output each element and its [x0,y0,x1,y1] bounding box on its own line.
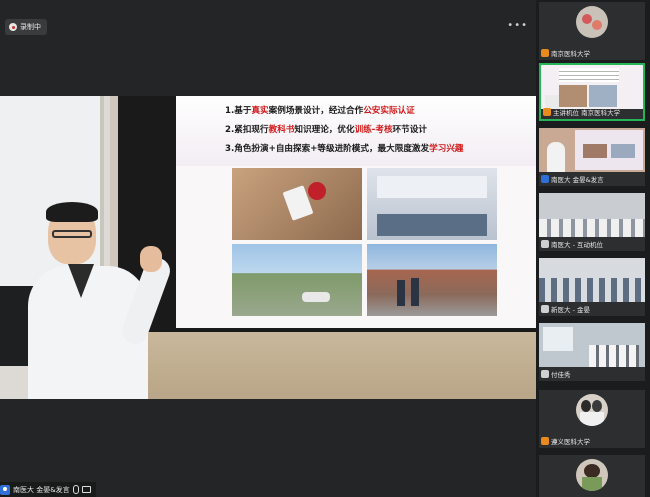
participant-tile[interactable]: 新医大 - 金晏 [539,258,645,316]
avatar [576,394,608,426]
participant-label: 主讲机位 南京医科大学 [541,107,620,117]
user-icon [541,370,549,378]
main-speaker-label: 南医大 金晏&发言 [0,482,96,497]
speaker-video: 1.基于真实案例场景设计，经过合作公安实际认证 2.紧扣现行教科书知识理论，优化… [0,96,536,399]
video-thumbnail [539,193,645,237]
participant-tile[interactable]: 付佳秀 [539,323,645,381]
recording-badge: 录制中 [5,19,47,35]
video-thumbnail [539,323,645,367]
record-icon [9,23,17,31]
video-thumbnail [539,258,645,302]
participant-label: 付佳秀 [539,369,571,379]
presentation-slide: 1.基于真实案例场景设计，经过合作公安实际认证 2.紧扣现行教科书知识理论，优化… [176,96,536,328]
participant-sidebar[interactable]: 南京医科大学 主讲机位 南京医科大学 南医大 金晏&发言 南医大 - 互动机位 … [536,0,650,497]
avatar [576,6,608,38]
participant-label: 南医大 - 互动机位 [539,239,603,249]
user-icon [541,305,549,313]
main-speaker-name: 南医大 金晏&发言 [13,485,70,494]
slide-line-3: 3.角色扮演+自由探索+等级进阶模式，最大限度激发学习兴趣 [225,144,464,154]
participant-tile[interactable]: 南医大 - 互动机位 [539,193,645,251]
slide-photo-scene [367,244,497,316]
video-thumbnail [539,128,645,172]
slide-thumbnail [541,65,643,109]
participant-label: 新医大 - 金晏 [539,304,590,314]
slide-photo-street [232,244,362,316]
microphone-icon [72,485,79,494]
participant-tile[interactable]: 遵义医科大学 [539,390,645,448]
user-icon [541,49,549,57]
more-options-icon[interactable]: ••• [507,20,528,31]
participant-label: 遵义医科大学 [539,436,590,446]
slide-line-2: 2.紧扣现行教科书知识理论，优化训练-考核环节设计 [225,125,427,135]
user-icon [541,240,549,248]
participant-label: 南医大 金晏&发言 [539,174,604,184]
avatar [576,459,608,491]
participant-tile[interactable]: 南京医科大学 [539,2,645,60]
user-icon [541,175,549,183]
user-icon [0,484,10,495]
main-video-area[interactable]: 录制中 ••• 1.基于真实案例场景设计，经过合作公安实际认证 2.紧扣现行教科… [0,0,536,497]
user-icon [541,437,549,445]
speaker [28,202,178,399]
participant-tile[interactable]: 南医大 金晏&发言 [539,128,645,186]
slide-line-1: 1.基于真实案例场景设计，经过合作公安实际认证 [225,106,415,116]
slide-photo-office [367,168,497,240]
participant-tile[interactable] [539,455,645,497]
participant-tile-active[interactable]: 主讲机位 南京医科大学 [539,63,645,121]
camera-icon [81,486,91,493]
participant-label: 南京医科大学 [539,48,590,58]
recording-label: 录制中 [20,23,41,31]
user-icon [543,108,551,116]
slide-photo-evidence [232,168,362,240]
